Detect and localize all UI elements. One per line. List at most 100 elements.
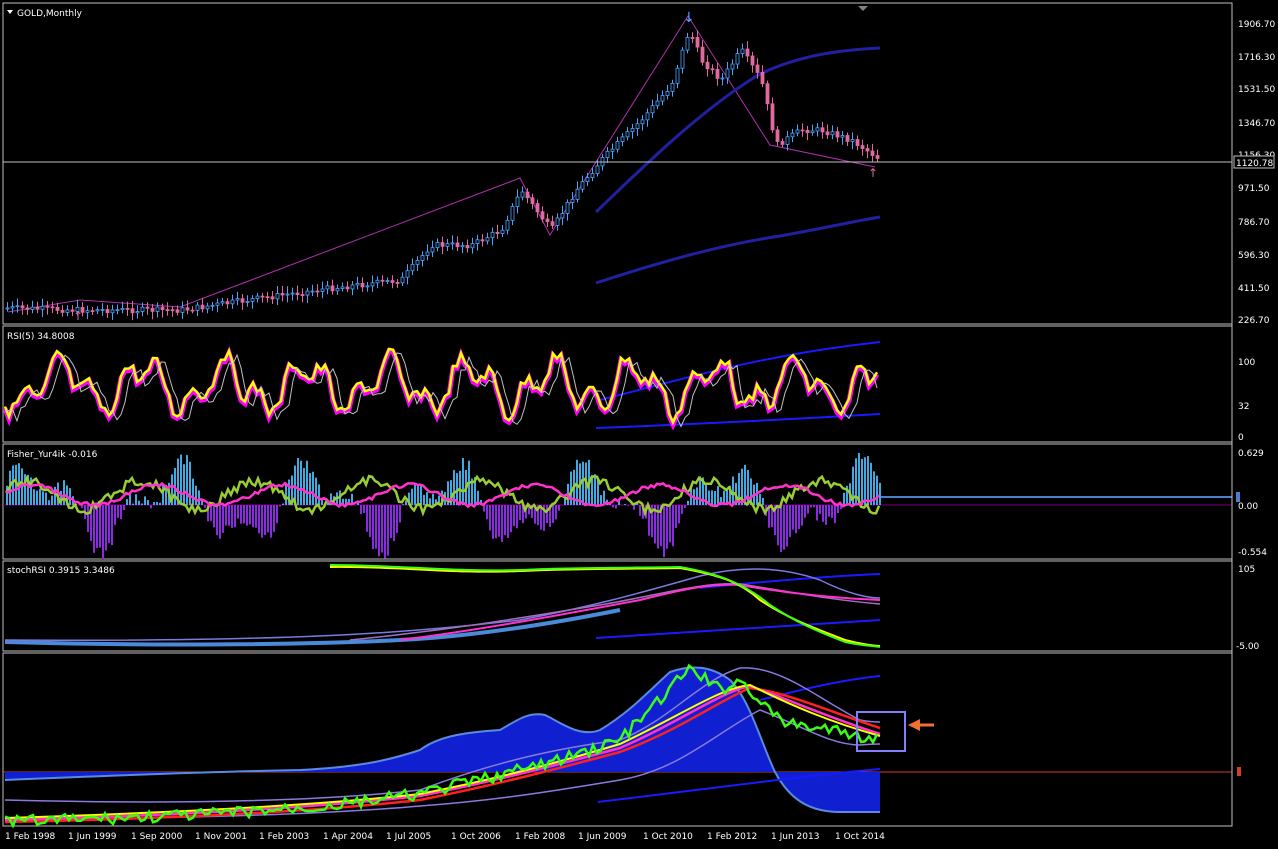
custom-axis[interactable]	[1237, 767, 1241, 776]
fisher-bar	[375, 505, 377, 549]
fisher-bar	[282, 504, 284, 505]
fisher-bar	[711, 490, 713, 505]
candle-body	[501, 230, 504, 233]
fisher-bar	[639, 505, 641, 516]
candle-body	[106, 309, 109, 312]
fisher-bar	[183, 464, 185, 505]
fisher-bar	[411, 489, 413, 505]
candle-body	[651, 106, 654, 113]
fisher-bar	[366, 505, 368, 532]
candle-body	[156, 307, 159, 311]
fisher-bar	[210, 505, 212, 521]
candle-body	[516, 197, 519, 206]
price-tick: 1346.70	[1238, 119, 1275, 129]
fisher-bar	[432, 494, 434, 505]
candle-body	[491, 232, 494, 237]
candle-body	[641, 120, 644, 124]
fisher-bar	[258, 505, 260, 533]
price-tick: 411.50	[1238, 284, 1270, 294]
candle-body	[411, 264, 414, 270]
candle-body	[331, 286, 334, 291]
fisher-bar	[228, 505, 230, 526]
fisher-bar	[108, 505, 110, 543]
fisher-bar	[462, 458, 464, 505]
candle-body	[381, 280, 384, 281]
fisher-bar	[126, 499, 128, 505]
candle-body	[696, 37, 699, 47]
time-axis[interactable]: 1 Feb 1998 1 Jun 1999 1 Sep 2000 1 Nov 2…	[5, 832, 885, 842]
price-axis[interactable]: 1906.70 1716.30 1531.50 1346.70 1156.30 …	[1234, 20, 1275, 326]
fisher-bar	[144, 496, 146, 505]
candle-body	[611, 149, 614, 151]
fisher-tick: -0.554	[1238, 548, 1267, 558]
candle-body	[46, 306, 49, 307]
candle-body	[181, 308, 184, 313]
rsi-axis[interactable]: 100 32 0	[1238, 358, 1255, 443]
candle-body	[151, 308, 154, 311]
candle-body	[41, 306, 44, 309]
candle-body	[276, 293, 279, 298]
candle-body	[421, 255, 424, 260]
candle-body	[261, 296, 264, 297]
candle-body	[16, 306, 19, 307]
fisher-bar	[309, 473, 311, 505]
candle-body	[761, 72, 764, 83]
fisher-bar	[102, 505, 104, 559]
candle-body	[246, 301, 249, 302]
candle-body	[681, 50, 684, 68]
candle-body	[321, 289, 324, 292]
candle-body	[616, 142, 619, 150]
stochrsi-axis[interactable]: 105 -5.00	[1236, 565, 1260, 652]
candle-body	[631, 128, 634, 131]
candle-body	[731, 64, 734, 69]
fisher-bar	[678, 505, 680, 523]
candle-body	[26, 308, 29, 310]
fisher-bar	[300, 461, 302, 505]
fisher-bar	[732, 477, 734, 505]
candle-body	[691, 37, 694, 38]
candle-body	[266, 297, 269, 298]
candle-body	[161, 307, 164, 310]
fisher-bar	[822, 505, 824, 522]
candle-body	[466, 246, 469, 248]
candle-body	[86, 311, 89, 313]
candle-body	[736, 54, 739, 64]
fisher-bar	[216, 505, 218, 535]
time-tick: 1 Oct 2006	[451, 832, 501, 842]
fisher-bar	[117, 505, 119, 518]
fisher-bar	[555, 505, 557, 519]
candle-body	[826, 132, 829, 135]
fisher-bar	[576, 460, 578, 505]
fisher-bar	[54, 487, 56, 505]
fisher-bar	[42, 491, 44, 505]
candle-body	[351, 285, 354, 289]
candle-body	[371, 283, 374, 286]
price-tick: 1906.70	[1238, 20, 1275, 30]
trading-chart-window: GOLD,Monthly RSI(5) 34.8008 Fisher_Yur4i…	[0, 0, 1278, 845]
fisher-bar	[546, 505, 548, 523]
candle-body	[36, 307, 39, 309]
candle-body	[226, 302, 229, 304]
fisher-bar	[297, 458, 299, 505]
candle-body	[436, 243, 439, 248]
candle-body	[506, 220, 509, 230]
chart-canvas[interactable]: GOLD,Monthly RSI(5) 34.8008 Fisher_Yur4i…	[0, 0, 1278, 845]
stochrsi-pane-label: stochRSI 0.3915 3.3486	[7, 566, 115, 576]
fisher-bar	[867, 456, 869, 505]
candle-body	[451, 243, 454, 244]
fisher-bar	[594, 474, 596, 505]
fisher-bar	[252, 505, 254, 527]
candle-body	[301, 295, 304, 296]
fisher-axis[interactable]: 0.629 0.00 -0.554	[1236, 449, 1267, 558]
fisher-bar	[762, 498, 764, 505]
fisher-bar	[783, 505, 785, 550]
fisher-bar	[393, 505, 395, 541]
candle-body	[661, 95, 664, 101]
time-tick: 1 Apr 2004	[323, 832, 373, 842]
fisher-bar	[420, 486, 422, 505]
price-tick: 1531.50	[1238, 85, 1275, 95]
fisher-bar	[234, 505, 236, 527]
fisher-bar	[807, 505, 809, 514]
fisher-bar	[243, 505, 245, 523]
candle-body	[791, 133, 794, 137]
